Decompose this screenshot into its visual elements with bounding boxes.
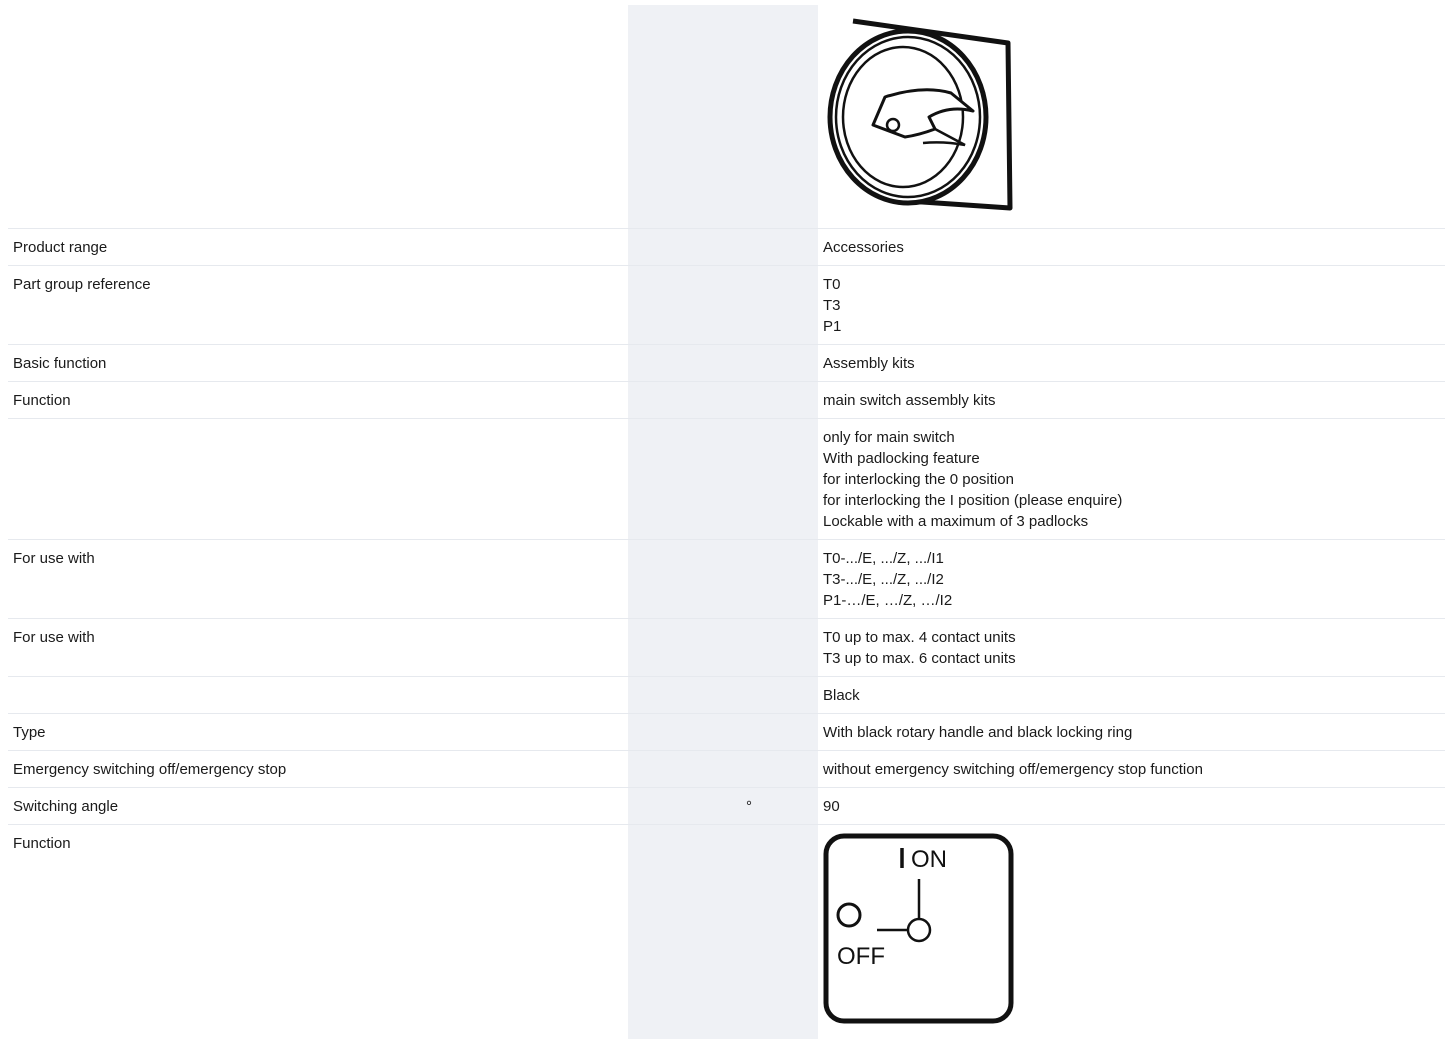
function-diagram-label: Function (13, 835, 71, 852)
image-row (8, 5, 1445, 228)
for-use-with-item: P1-…/E, …/Z, …/I2 (823, 592, 953, 609)
feature-item: for interlocking the I position (please … (823, 492, 1123, 509)
contact-units-item: T0 up to max. 4 contact units (823, 629, 1016, 646)
spec-table: Product range Accessories Part group ref… (8, 5, 1445, 1039)
function-diagram: ON OFF (818, 825, 1445, 1039)
type-unit (742, 714, 818, 750)
part-group-reference-label: Part group reference (13, 276, 151, 293)
feature-item: only for main switch (823, 429, 955, 446)
function-value: main switch assembly kits (823, 392, 996, 409)
emergency-stop-unit (742, 751, 818, 787)
features-label (8, 419, 628, 539)
type-label: Type (13, 724, 46, 741)
contact-units-item: T3 up to max. 6 contact units (823, 650, 1016, 667)
part-group-reference-value: T0 (823, 276, 841, 293)
feature-item: for interlocking the 0 position (823, 471, 1014, 488)
product-range-label: Product range (13, 239, 108, 256)
for-use-with-unit (742, 540, 818, 618)
row-function: Function main switch assembly kits (8, 381, 1445, 418)
product-image (818, 5, 1445, 228)
row-basic-function: Basic function Assembly kits (8, 344, 1445, 381)
for-use-with-contact-units-values: T0 up to max. 4 contact units T3 up to m… (818, 619, 1445, 676)
color-label (8, 677, 628, 713)
for-use-with-contact-units-label: For use with (13, 629, 95, 646)
features-values: only for main switch With padlocking fea… (818, 419, 1445, 539)
row-features: only for main switch With padlocking fea… (8, 418, 1445, 539)
for-use-with-values: T0-.../E, .../Z, .../I1 T3-.../E, .../Z,… (818, 540, 1445, 618)
basic-function-value: Assembly kits (823, 355, 915, 372)
function-unit (742, 382, 818, 418)
switching-angle-unit: ° (742, 788, 818, 824)
features-unit (742, 419, 818, 539)
part-group-reference-value: P1 (823, 318, 842, 335)
for-use-with-item: T0-.../E, .../Z, .../I1 (823, 550, 944, 567)
row-color: Black (8, 676, 1445, 713)
color-value: Black (823, 687, 860, 704)
feature-item: Lockable with a maximum of 3 padlocks (823, 513, 1089, 530)
row-product-range: Product range Accessories (8, 228, 1445, 265)
emergency-stop-label: Emergency switching off/emergency stop (13, 761, 287, 778)
part-group-reference-unit (742, 266, 818, 344)
switching-angle-label: Switching angle (13, 798, 119, 815)
switching-angle-value: 90 (823, 798, 840, 815)
part-group-reference-values: T0 T3 P1 (818, 266, 1445, 344)
row-emergency-stop: Emergency switching off/emergency stop w… (8, 750, 1445, 787)
for-use-with-label: For use with (13, 550, 95, 567)
basic-function-label: Basic function (13, 355, 107, 372)
basic-function-unit (742, 345, 818, 381)
emergency-stop-value: without emergency switching off/emergenc… (823, 761, 1203, 778)
for-use-with-contact-units-unit (742, 619, 818, 676)
function-label: Function (13, 392, 71, 409)
rotary-handle-icon (827, 18, 1013, 211)
row-for-use-with-contact-units: For use with T0 up to max. 4 contact uni… (8, 618, 1445, 676)
color-unit (742, 677, 818, 713)
for-use-with-item: T3-.../E, .../Z, .../I2 (823, 571, 944, 588)
row-type: Type With black rotary handle and black … (8, 713, 1445, 750)
on-label: ON (911, 846, 947, 873)
row-for-use-with: For use with T0-.../E, .../Z, .../I1 T3-… (8, 539, 1445, 618)
image-row-label (8, 5, 628, 228)
function-diagram-unit (742, 825, 818, 1039)
row-part-group-reference: Part group reference T0 T3 P1 (8, 265, 1445, 344)
feature-item: With padlocking feature (823, 450, 980, 467)
product-range-unit (742, 229, 818, 265)
row-switching-angle: Switching angle ° 90 (8, 787, 1445, 824)
off-label: OFF (837, 943, 885, 970)
switch-position-diagram: ON OFF (823, 833, 1014, 1024)
product-range-value: Accessories (823, 239, 904, 256)
row-function-diagram: Function ON OFF (8, 824, 1445, 1039)
type-value: With black rotary handle and black locki… (823, 724, 1133, 741)
part-group-reference-value: T3 (823, 297, 841, 314)
